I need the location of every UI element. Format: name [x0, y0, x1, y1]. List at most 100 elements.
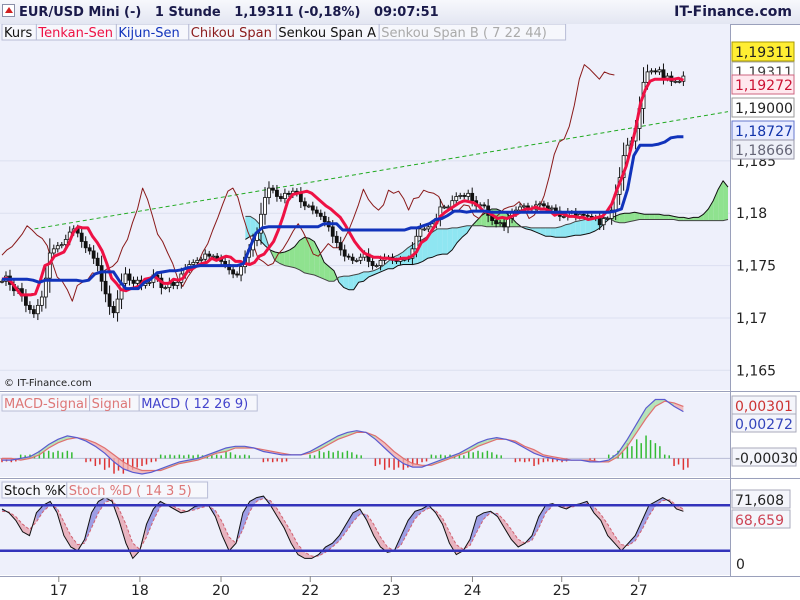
candle-body — [657, 69, 662, 73]
ichimoku-cloud-segment — [284, 249, 290, 267]
candle-body — [127, 273, 132, 281]
x-axis-tick-label: 18 — [131, 583, 149, 599]
candle-body — [163, 287, 168, 289]
price-axis-tick-label: 1,175 — [736, 259, 776, 275]
candle-body — [585, 214, 590, 217]
candle-body — [131, 279, 136, 284]
macd-legend-label[interactable]: Signal — [92, 397, 132, 412]
candle-body — [422, 228, 427, 231]
candle-body — [107, 293, 112, 307]
candle-body — [115, 298, 120, 314]
price-tag-label: 1,19272 — [735, 78, 793, 94]
candle-body — [653, 70, 658, 73]
price-legend-label[interactable]: Kijun-Sen — [118, 26, 179, 41]
candle-body — [306, 205, 311, 208]
candle-body — [458, 195, 463, 197]
candle-body — [63, 239, 68, 246]
candle-body — [314, 209, 319, 214]
price-change: 1,19311 (-0,18%) — [234, 5, 361, 20]
candle-body — [601, 218, 606, 226]
candle-body — [561, 215, 566, 218]
candle-body — [215, 255, 220, 259]
price-legend-label[interactable]: Kurs — [4, 26, 32, 41]
candle-body — [263, 197, 267, 215]
ichimoku-cloud-segment — [644, 214, 650, 220]
candle-body — [31, 309, 36, 315]
candle-body — [498, 222, 502, 225]
x-axis-tick-label: 27 — [630, 583, 648, 599]
macd-legend-label[interactable]: MACD ( 12 26 9) — [141, 397, 248, 412]
candle-body — [207, 253, 212, 257]
candle-body — [538, 203, 542, 206]
candle-body — [322, 215, 327, 223]
candle-body — [223, 260, 228, 265]
ichimoku-cloud-segment — [654, 214, 660, 220]
stoch-legend-label[interactable]: Stoch %D ( 14 3 5) — [69, 484, 192, 499]
stoch-tag-label: 68,659 — [735, 513, 784, 529]
ichimoku-cloud-segment — [309, 238, 315, 276]
candle-body — [175, 281, 180, 286]
interval-label: 1 Stunde — [154, 5, 221, 20]
price-legend-label[interactable]: Tenkan-Sen — [37, 26, 113, 41]
price-tag-label: 1,19000 — [735, 101, 793, 117]
candle-body — [239, 266, 243, 276]
candle-body — [418, 228, 423, 237]
candle-body — [59, 244, 64, 247]
x-axis-tick-label: 20 — [212, 583, 230, 599]
candle-body — [24, 295, 28, 306]
candle-body — [338, 242, 343, 251]
x-axis-tick-label: 22 — [301, 583, 319, 599]
candle-body — [267, 187, 271, 198]
candle-body — [378, 259, 383, 266]
site-name[interactable]: IT-Finance.com — [674, 4, 792, 20]
candle-body — [649, 70, 654, 73]
candle-body — [235, 273, 239, 276]
candle-body — [442, 206, 447, 209]
candle-body — [203, 253, 208, 260]
candle-body — [502, 222, 506, 228]
candle-body — [79, 232, 84, 242]
x-axis-tick-label: 24 — [464, 583, 482, 599]
candle-body — [661, 69, 666, 79]
candle-body — [286, 192, 291, 195]
ichimoku-cloud-segment — [442, 228, 448, 255]
price-tag-label: 1,18727 — [735, 124, 793, 140]
candle-body — [346, 255, 351, 258]
ichimoku-cloud-segment — [629, 212, 635, 222]
price-legend-label[interactable]: Senkou Span A — [278, 26, 376, 41]
candle-body — [191, 262, 196, 265]
candle-body — [123, 273, 128, 284]
price-tag-label: 1,18666 — [735, 143, 793, 159]
ichimoku-cloud-segment — [432, 228, 438, 258]
price-down-arrow-icon — [2, 4, 15, 17]
instrument-name: EUR/USD Mini (-) — [19, 5, 142, 20]
ichimoku-cloud-segment — [555, 226, 561, 238]
price-axis-tick-label: 1,18 — [736, 206, 767, 222]
candle-body — [522, 205, 526, 208]
candle-body — [271, 187, 275, 191]
chart-header: EUR/USD Mini (-) 1 Stunde 1,19311 (-0,18… — [0, 0, 800, 25]
macd-tag-label: 0,00301 — [735, 399, 793, 415]
copyright-label: © IT-Finance.com — [4, 378, 92, 389]
candle-body — [354, 259, 359, 262]
candle-body — [195, 259, 200, 263]
candle-body — [334, 235, 339, 243]
macd-tag-label: 0,00272 — [735, 417, 793, 433]
candle-body — [279, 196, 283, 199]
ichimoku-cloud-segment — [550, 227, 556, 238]
candle-body — [95, 257, 100, 266]
stoch-legend-label[interactable]: Stoch %K — [4, 484, 66, 499]
macd-legend-label[interactable]: MACD-Signal — [4, 397, 88, 412]
candle-body — [673, 80, 678, 83]
candle-body — [462, 195, 467, 197]
price-legend-label[interactable]: Senkou Span B ( 7 22 44) — [381, 26, 547, 41]
x-axis-tick-label: 25 — [553, 583, 571, 599]
stoch-tag-label: 71,608 — [735, 493, 784, 509]
x-axis-tick-label: 23 — [382, 583, 400, 599]
ichimoku-cloud-segment — [575, 220, 581, 236]
candle-body — [47, 252, 52, 279]
candle-body — [35, 304, 40, 315]
ichimoku-cloud-segment — [437, 228, 443, 256]
price-legend-label[interactable]: Chikou Span — [191, 26, 272, 41]
candle-body — [87, 247, 92, 252]
